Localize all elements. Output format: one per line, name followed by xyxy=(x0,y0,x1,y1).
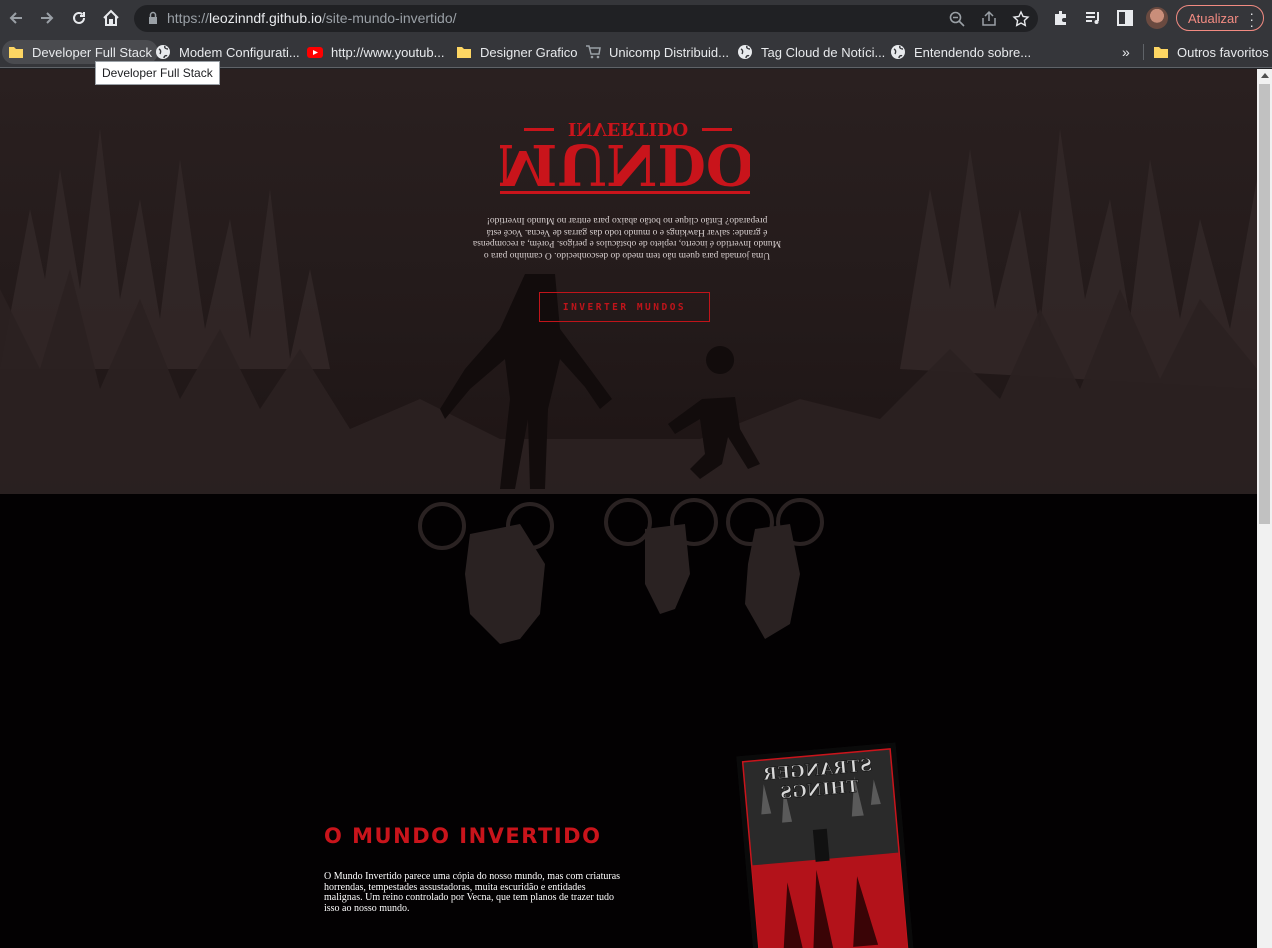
star-icon[interactable] xyxy=(1012,10,1030,28)
scroll-up-arrow-icon[interactable] xyxy=(1261,73,1269,78)
globe-icon xyxy=(891,45,905,59)
bookmark-label: Designer Grafico xyxy=(480,44,578,60)
folder-icon xyxy=(9,47,23,58)
arrow-left-icon xyxy=(9,12,22,24)
hero-description: Uma jornada para quem não tem medo do de… xyxy=(472,215,782,261)
bookmark-tooltip: Developer Full Stack xyxy=(95,61,220,85)
address-bar[interactable]: https://leozinndf.github.io/site-mundo-i… xyxy=(134,5,1038,32)
bookmark-label: Unicomp Distribuid... xyxy=(609,44,729,60)
section-title: O MUNDO INVERTIDO xyxy=(324,824,602,848)
bookmarks-divider xyxy=(1143,44,1144,60)
logo-main-word: MUNDO xyxy=(500,137,750,197)
arrow-right-icon xyxy=(41,12,54,24)
avatar[interactable] xyxy=(1146,7,1168,29)
zoom-icon[interactable] xyxy=(948,10,966,28)
reflection-silhouette xyxy=(418,498,824,644)
globe-icon xyxy=(738,45,752,59)
stranger-things-poster: STRANGER THINGS xyxy=(736,742,914,948)
bookmark-label: Tag Cloud de Notíci... xyxy=(761,44,886,60)
globe-icon xyxy=(156,45,170,59)
page-scrollbar[interactable] xyxy=(1257,69,1272,948)
svg-text:MUNDO: MUNDO xyxy=(500,137,750,197)
svg-text:INVERTIDO: INVERTIDO xyxy=(568,119,688,139)
bookmark-item[interactable]: Designer Grafico xyxy=(456,40,578,64)
bookmark-label: Outros favoritos xyxy=(1177,44,1269,60)
scrollbar-thumb[interactable] xyxy=(1259,84,1270,524)
extensions-icon[interactable] xyxy=(1051,8,1071,28)
folder-icon xyxy=(457,47,471,58)
bookmark-item[interactable]: Unicomp Distribuid... xyxy=(585,40,729,64)
update-label: Atualizar xyxy=(1188,10,1239,26)
hero-section: INVERTIDO MUNDO Uma jornada para quem nã… xyxy=(0,69,1257,494)
reload-icon xyxy=(73,11,85,24)
reflection-section xyxy=(0,494,1257,948)
bookmark-item[interactable]: Entendendo sobre... xyxy=(890,40,1031,64)
folder-icon xyxy=(1154,47,1168,58)
more-bookmarks-button[interactable]: » xyxy=(1122,40,1130,64)
bookmark-label: Modem Configurati... xyxy=(179,44,300,60)
share-icon[interactable] xyxy=(980,10,998,28)
bookmark-label: Developer Full Stack xyxy=(32,44,152,60)
reload-button[interactable] xyxy=(67,6,91,30)
youtube-icon xyxy=(307,47,323,58)
bookmark-item[interactable]: http://www.youtub... xyxy=(307,40,444,64)
other-bookmarks-folder[interactable]: Outros favoritos xyxy=(1153,40,1269,64)
home-icon xyxy=(103,9,119,26)
bookmark-label: http://www.youtub... xyxy=(331,44,445,60)
invert-worlds-button[interactable]: INVERTER MUNDOS xyxy=(539,292,710,322)
home-button[interactable] xyxy=(99,6,123,30)
bookmark-label: Entendendo sobre... xyxy=(914,44,1032,60)
media-control-icon[interactable] xyxy=(1083,8,1103,28)
browser-toolbar: https://leozinndf.github.io/site-mundo-i… xyxy=(0,0,1272,36)
back-button[interactable] xyxy=(4,6,28,30)
section-body: O Mundo Invertido parece uma cópia do no… xyxy=(324,871,621,914)
cart-icon xyxy=(586,45,601,59)
chevron-double-right-icon: » xyxy=(1122,44,1130,60)
bookmark-item[interactable]: Tag Cloud de Notíci... xyxy=(737,40,885,64)
menu-dots-icon[interactable]: · · · xyxy=(1249,6,1254,32)
page-viewport: INVERTIDO MUNDO Uma jornada para quem nã… xyxy=(0,69,1257,948)
side-panel-icon[interactable] xyxy=(1115,8,1135,28)
update-button[interactable]: Atualizar · · · xyxy=(1176,5,1264,32)
forward-button[interactable] xyxy=(35,6,59,30)
url-text: https://leozinndf.github.io/site-mundo-i… xyxy=(167,10,457,26)
lock-icon xyxy=(149,11,157,24)
